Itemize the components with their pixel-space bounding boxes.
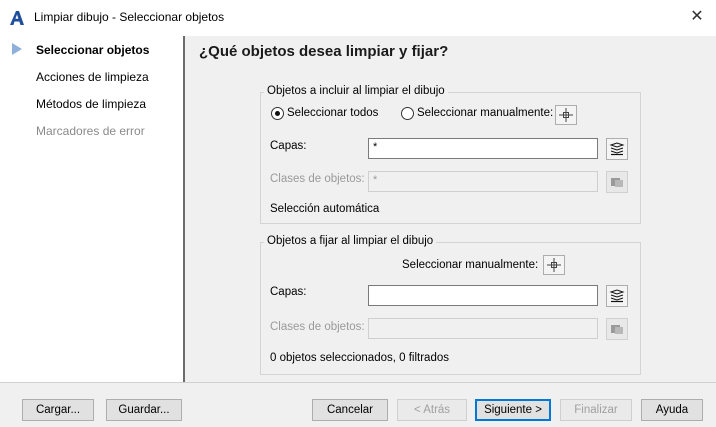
close-icon[interactable]: ✕ xyxy=(688,8,706,26)
include-classes-browse-button xyxy=(606,171,628,193)
include-classes-input: * xyxy=(368,171,598,192)
fix-layers-input[interactable] xyxy=(368,285,598,306)
include-layers-label: Capas: xyxy=(270,140,307,152)
layers-icon xyxy=(609,289,625,303)
include-status-text: Selección automática xyxy=(270,203,380,215)
save-button[interactable]: Guardar... xyxy=(106,399,182,421)
step-metodos-de-limpieza[interactable]: Métodos de limpieza xyxy=(36,97,146,111)
fix-layers-browse-button[interactable] xyxy=(606,285,628,307)
fix-select-manually-label: Seleccionar manualmente: xyxy=(402,259,539,271)
current-step-arrow-icon xyxy=(12,43,22,55)
include-layers-browse-button[interactable] xyxy=(606,138,628,160)
fix-classes-browse-button xyxy=(606,318,628,340)
fix-status-text: 0 objetos seleccionados, 0 filtrados xyxy=(270,352,449,364)
help-button[interactable]: Ayuda xyxy=(641,399,703,421)
select-manually-label[interactable]: Seleccionar manualmente: xyxy=(417,107,553,119)
select-manually-radio[interactable] xyxy=(401,107,414,120)
cancel-button[interactable]: Cancelar xyxy=(312,399,388,421)
include-classes-label: Clases de objetos: xyxy=(270,173,365,185)
select-all-radio[interactable] xyxy=(271,107,284,120)
fix-classes-input xyxy=(368,318,598,339)
include-group-title: Objetos a incluir al limpiar el dibujo xyxy=(264,85,448,97)
title-bar: Limpiar dibujo - Seleccionar objetos ✕ xyxy=(0,0,716,36)
object-classes-icon xyxy=(611,325,623,334)
window-title: Limpiar dibujo - Seleccionar objetos xyxy=(34,10,225,24)
page-heading: ¿Qué objetos desea limpiar y fijar? xyxy=(199,43,449,60)
finish-button: Finalizar xyxy=(560,399,632,421)
fix-pick-objects-button[interactable] xyxy=(543,255,565,275)
crosshair-icon xyxy=(547,258,561,272)
load-button[interactable]: Cargar... xyxy=(22,399,94,421)
autocad-logo-icon xyxy=(10,11,24,25)
fix-layers-label: Capas: xyxy=(270,286,307,298)
include-layers-input[interactable]: * xyxy=(368,138,598,159)
crosshair-icon xyxy=(559,108,573,122)
object-classes-icon xyxy=(611,178,623,187)
wizard-steps-sidebar xyxy=(0,36,184,382)
fix-classes-label: Clases de objetos: xyxy=(270,321,365,333)
step-marcadores-de-error: Marcadores de error xyxy=(36,124,145,138)
step-acciones-de-limpieza[interactable]: Acciones de limpieza xyxy=(36,70,149,84)
fix-group-title: Objetos a fijar al limpiar el dibujo xyxy=(264,235,437,247)
step-seleccionar-objetos[interactable]: Seleccionar objetos xyxy=(36,43,149,57)
layers-icon xyxy=(609,142,625,156)
back-button: < Atrás xyxy=(397,399,467,421)
pick-objects-button[interactable] xyxy=(555,105,577,125)
select-all-label[interactable]: Seleccionar todos xyxy=(287,107,378,119)
next-button[interactable]: Siguiente > xyxy=(475,399,551,421)
